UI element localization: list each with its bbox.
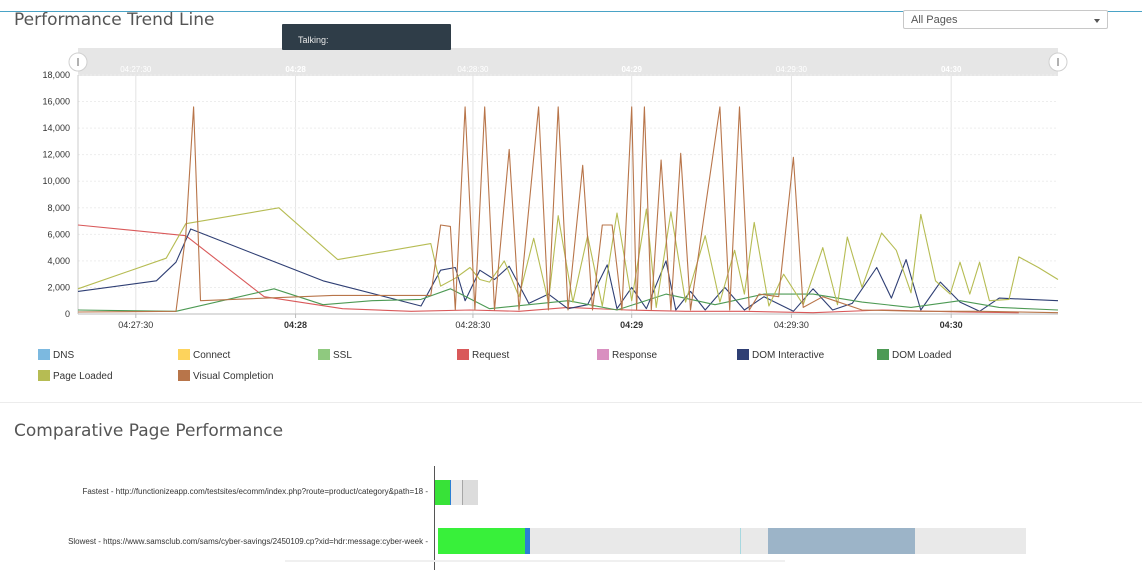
legend-label: DOM Loaded bbox=[892, 350, 952, 361]
legend-label: DOM Interactive bbox=[752, 350, 825, 361]
legend-item-request[interactable]: Request bbox=[457, 349, 509, 362]
trend-chart: 0 2,000 4,000 6,000 8,000 10,000 12,000 14,000 1… bbox=[42, 48, 1068, 330]
trend-section-title: Performance Trend Line bbox=[14, 10, 215, 30]
legend-swatch bbox=[877, 349, 889, 360]
bar-segment bbox=[435, 480, 450, 505]
legend-swatch bbox=[178, 370, 190, 381]
legend-swatch bbox=[457, 349, 469, 360]
legend-item-page-loaded[interactable]: Page Loaded bbox=[38, 370, 113, 383]
tooltip-text: Talking: bbox=[298, 35, 329, 45]
y-tick-label: 6,000 bbox=[47, 229, 70, 239]
x-tick-label: 04:30 bbox=[940, 320, 963, 330]
legend-item-visual-completion[interactable]: Visual Completion bbox=[178, 370, 273, 383]
bar-segment bbox=[768, 528, 916, 554]
bar-segment bbox=[529, 528, 741, 554]
legend-label: Response bbox=[612, 350, 658, 361]
bar-segment bbox=[438, 528, 526, 554]
navigator-tick-label: 04:28 bbox=[285, 65, 306, 74]
fastest-page-label: Fastest - http://functionizeapp.com/test… bbox=[82, 487, 428, 496]
slowest-page-bar[interactable] bbox=[438, 528, 1026, 554]
navigator-background bbox=[78, 48, 1058, 76]
fastest-page-bar[interactable] bbox=[435, 480, 478, 505]
y-tick-label: 0 bbox=[65, 309, 70, 319]
bottom-scroll-hint bbox=[285, 560, 785, 562]
legend-swatch bbox=[178, 349, 190, 360]
legend-label: DNS bbox=[53, 350, 75, 361]
legend-item-dns[interactable]: DNS bbox=[38, 349, 74, 362]
page-select[interactable]: All Pages bbox=[903, 10, 1108, 29]
page-select-value: All Pages bbox=[911, 14, 958, 26]
legend-item-dom-loaded[interactable]: DOM Loaded bbox=[877, 349, 951, 362]
bar-segment bbox=[463, 480, 478, 505]
navigator-tick-label: 04:29 bbox=[621, 65, 642, 74]
y-tick-label: 4,000 bbox=[47, 256, 70, 266]
x-tick-label: 04:29:30 bbox=[774, 320, 809, 330]
legend-swatch bbox=[318, 349, 330, 360]
legend-swatch bbox=[597, 349, 609, 360]
legend-item-dom-interactive[interactable]: DOM Interactive bbox=[737, 349, 824, 362]
navigator-tick-label: 04:30 bbox=[941, 65, 962, 74]
legend-item-connect[interactable]: Connect bbox=[178, 349, 230, 362]
x-tick-label: 04:28 bbox=[284, 320, 307, 330]
legend-swatch bbox=[737, 349, 749, 360]
legend-label: Connect bbox=[193, 350, 231, 361]
bar-segment bbox=[451, 480, 462, 505]
navigator-tick-label: 04:27:30 bbox=[120, 65, 152, 74]
y-tick-label: 18,000 bbox=[42, 70, 70, 80]
legend-item-response[interactable]: Response bbox=[597, 349, 657, 362]
navigator-tick-label: 04:28:30 bbox=[457, 65, 489, 74]
legend-label: Request bbox=[472, 350, 510, 361]
series-line-page-loaded bbox=[77, 207, 1059, 308]
y-tick-label: 14,000 bbox=[42, 123, 70, 133]
legend-item-ssl[interactable]: SSL bbox=[318, 349, 352, 362]
y-tick-label: 8,000 bbox=[47, 203, 70, 213]
chart-tooltip: Talking: bbox=[282, 24, 451, 50]
caret-down-icon bbox=[1094, 19, 1100, 23]
x-tick-label: 04:27:30 bbox=[118, 320, 153, 330]
y-tick-label: 12,000 bbox=[42, 150, 70, 160]
navigator-tick-label: 04:29:30 bbox=[776, 65, 808, 74]
y-tick-label: 10,000 bbox=[42, 176, 70, 186]
bar-segment bbox=[915, 528, 1026, 554]
legend-label: Visual Completion bbox=[193, 371, 274, 382]
legend-label: Page Loaded bbox=[53, 371, 113, 382]
x-tick-label: 04:28:30 bbox=[455, 320, 490, 330]
legend-swatch bbox=[38, 349, 50, 360]
y-tick-label: 16,000 bbox=[42, 97, 70, 107]
section-divider bbox=[0, 402, 1142, 403]
series-line-visual-completion bbox=[77, 106, 1059, 314]
y-tick-label: 2,000 bbox=[47, 282, 70, 292]
x-tick-label: 04:29 bbox=[620, 320, 643, 330]
bar-segment bbox=[741, 528, 769, 554]
comparative-axis-line bbox=[434, 466, 435, 570]
comparative-section-title: Comparative Page Performance bbox=[14, 421, 284, 441]
legend-swatch bbox=[38, 370, 50, 381]
slowest-page-label: Slowest - https://www.samsclub.com/sams/… bbox=[68, 537, 428, 546]
legend-label: SSL bbox=[333, 350, 352, 361]
